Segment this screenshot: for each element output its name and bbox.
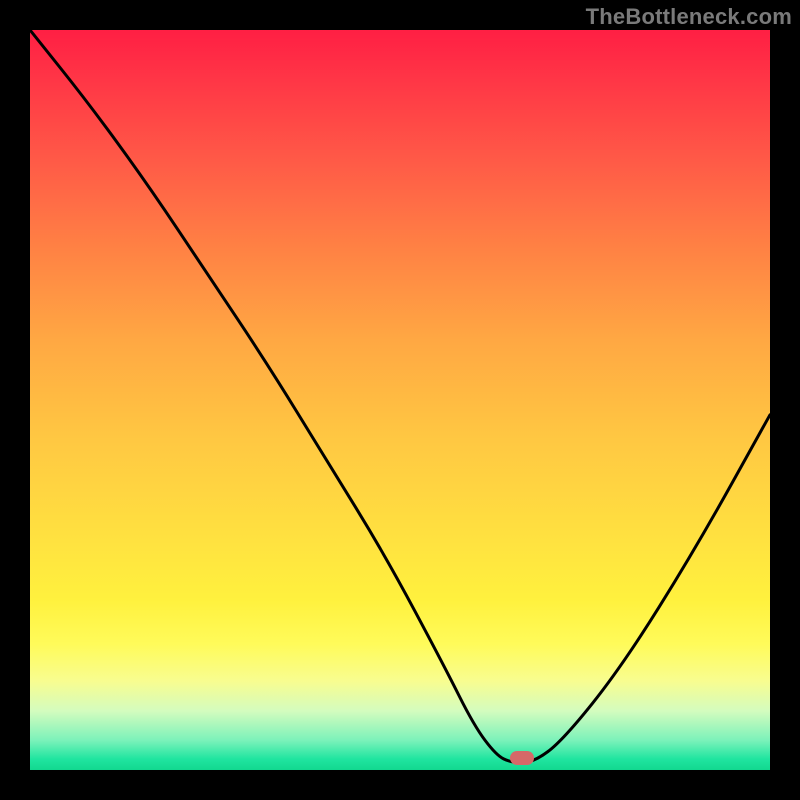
bottleneck-curve (30, 30, 770, 763)
curve-layer (30, 30, 770, 770)
optimum-marker (510, 751, 534, 765)
watermark-text: TheBottleneck.com (586, 4, 792, 30)
plot-area (30, 30, 770, 770)
chart-frame: TheBottleneck.com (0, 0, 800, 800)
